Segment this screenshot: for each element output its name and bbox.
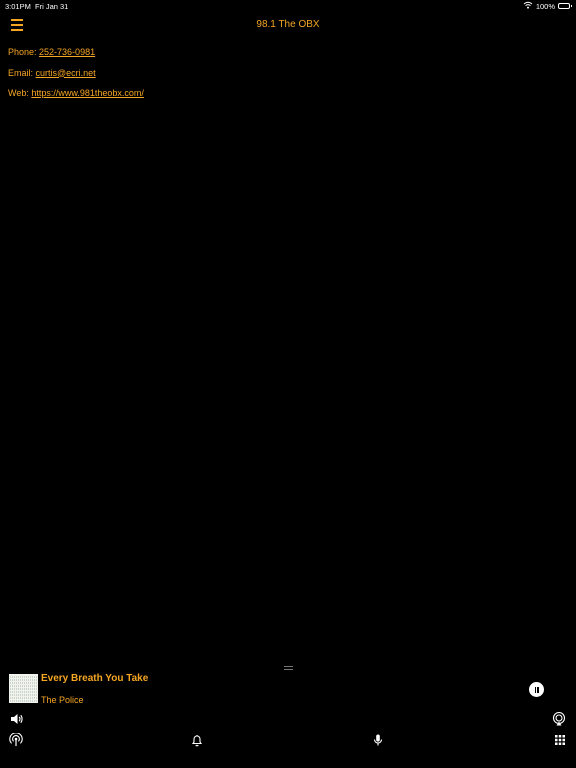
broadcast-icon[interactable] [9,733,23,747]
email-row: Email: curtis@ecri.net [8,67,144,88]
microphone-icon[interactable] [371,733,385,747]
pause-icon[interactable] [529,682,544,697]
phone-label: Phone: [8,47,40,57]
volume-icon[interactable] [10,712,24,726]
page-title: 98.1 The OBX [256,19,320,30]
status-indicators: 100% [523,1,572,11]
status-bar: 3:01PM Fri Jan 31 100% [0,0,576,12]
wifi-icon [523,1,533,11]
app-header: 98.1 The OBX [0,12,576,40]
album-artwork [9,674,38,703]
status-date: Fri Jan 31 [35,2,69,11]
status-time: 3:01PM [5,2,31,11]
email-link[interactable]: curtis@ecri.net [36,68,96,78]
web-link[interactable]: https://www.981theobx.com/ [31,88,144,98]
battery-icon [558,3,572,9]
airplay-icon[interactable] [552,712,566,726]
phone-row: Phone: 252-736-0981 [8,46,144,67]
email-label: Email: [8,67,36,78]
bell-icon[interactable] [190,733,204,747]
grid-icon[interactable] [553,733,567,747]
battery-percent: 100% [535,1,555,11]
web-label: Web: [8,88,32,98]
track-title: Every Breath You Take [41,673,149,684]
contact-info: Phone: 252-736-0981 Email: curtis@ecri.n… [8,46,144,108]
phone-link[interactable]: 252-736-0981 [39,47,95,57]
track-artist: The Police [41,695,84,705]
web-row: Web: https://www.981theobx.com/ [8,87,144,108]
drawer-handle[interactable] [284,666,293,670]
